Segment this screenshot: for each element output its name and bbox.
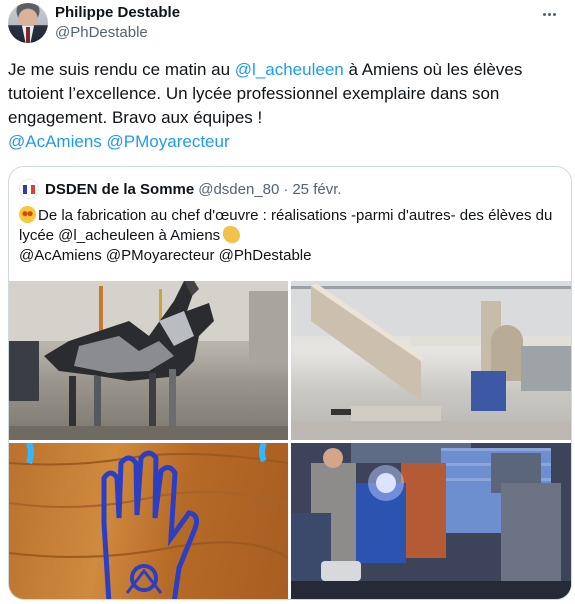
more-options-button[interactable]	[539, 4, 559, 24]
mention-link[interactable]: @AcAmiens	[8, 132, 102, 151]
more-horizontal-icon	[542, 12, 546, 16]
welding-illustration	[291, 443, 571, 599]
photo-wooden-hamsa[interactable]	[9, 443, 288, 599]
tweet-text: Je me suis rendu ce matin au @l_acheulee…	[8, 58, 563, 154]
author-avatar[interactable]	[8, 3, 48, 43]
quote-separator: ·	[283, 180, 289, 198]
quoted-tweet[interactable]: DSDEN de la Somme @dsden_80 · 25 févr. D…	[8, 166, 572, 600]
quote-line-1: De la fabrication au chef d'œuvre : réal…	[19, 207, 553, 244]
quote-header: DSDEN de la Somme @dsden_80 · 25 févr.	[19, 179, 342, 199]
quote-author-handle[interactable]: @dsden_80	[198, 181, 279, 198]
quote-text: De la fabrication au chef d'œuvre : réal…	[19, 206, 564, 266]
mention-link[interactable]: @l_acheuleen	[235, 60, 344, 79]
french-flag-avatar[interactable]	[19, 179, 39, 199]
quote-line-2: @AcAmiens @PMoyarecteur @PhDestable	[19, 247, 312, 264]
avatar-tie	[26, 27, 30, 43]
clapping-hands-emoji	[223, 226, 241, 243]
deer-illustration	[9, 281, 288, 440]
star-struck-emoji	[19, 206, 36, 223]
photo-metal-deer[interactable]	[9, 281, 288, 440]
author-name[interactable]: Philippe Destable	[55, 4, 180, 21]
hamsa-illustration	[9, 443, 288, 599]
quote-date[interactable]: 25 févr.	[292, 181, 341, 198]
tweet-text-part: Je me suis rendu ce matin au	[8, 60, 235, 79]
quote-author-name[interactable]: DSDEN de la Somme	[45, 181, 194, 198]
mention-link[interactable]: @PMoyarecteur	[107, 132, 230, 151]
flag-red	[31, 185, 35, 194]
staircase-illustration	[291, 281, 571, 440]
flag-blue	[23, 185, 27, 194]
author-handle[interactable]: @PhDestable	[55, 24, 148, 41]
photo-stone-staircase[interactable]	[291, 281, 571, 440]
media-grid	[9, 281, 571, 599]
more-dot	[552, 12, 556, 16]
photo-welding-workshop[interactable]	[291, 443, 571, 599]
more-dot	[547, 12, 551, 16]
